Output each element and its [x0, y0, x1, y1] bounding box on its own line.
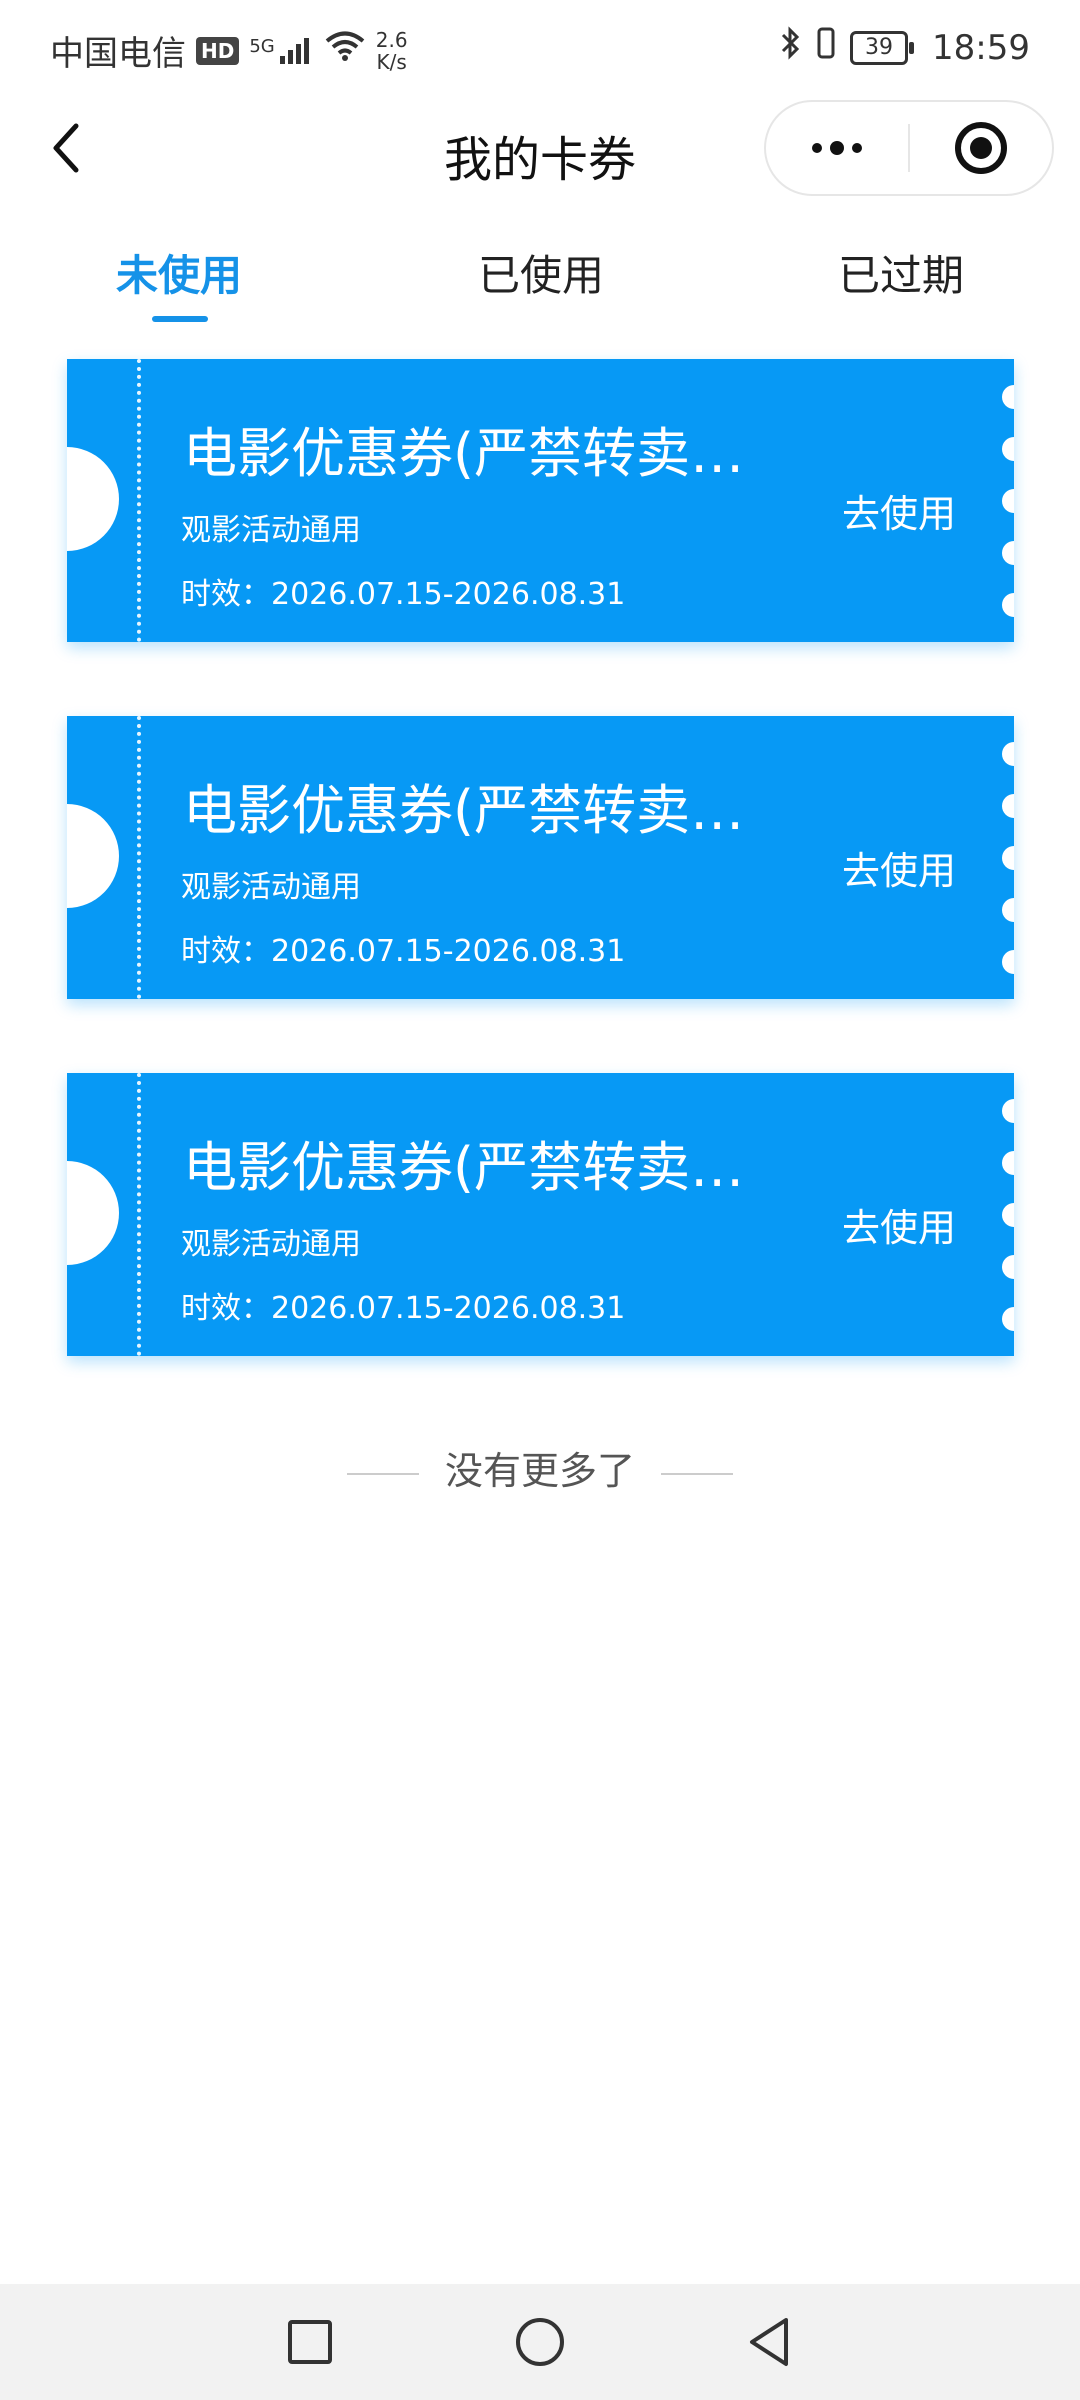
scallop — [1002, 1151, 1014, 1175]
scallop — [1002, 1203, 1014, 1227]
bluetooth-icon — [780, 26, 802, 69]
perforation-line — [137, 359, 141, 642]
target-icon — [955, 122, 1007, 174]
use-coupon-button[interactable]: 去使用 — [842, 840, 956, 895]
no-more-indicator: 没有更多了 — [0, 1440, 1080, 1495]
coupon-title: 电影优惠券(严禁转卖… — [183, 1136, 745, 1199]
ticket-notch — [67, 1161, 119, 1265]
scallop — [1002, 846, 1014, 870]
coupon-validity: 时效：2026.07.15-2026.08.31 — [181, 577, 626, 612]
ticket-notch — [67, 447, 119, 551]
scallop — [1002, 1255, 1014, 1279]
hd-badge: HD — [196, 36, 240, 65]
vibrate-icon — [816, 26, 836, 69]
active-tab-indicator — [152, 316, 208, 322]
square-icon — [288, 2320, 332, 2364]
no-more-text: 没有更多了 — [444, 1449, 635, 1493]
system-navigation-bar — [0, 2284, 1080, 2400]
network-type: 5G — [249, 35, 275, 57]
signal-icon: 5G — [249, 36, 313, 66]
circle-icon — [516, 2318, 564, 2366]
scallop — [1002, 437, 1014, 461]
coupon-validity: 时效：2026.07.15-2026.08.31 — [181, 934, 626, 969]
coupon-subtitle: 观影活动通用 — [181, 1227, 361, 1262]
ticket-notch — [67, 804, 119, 908]
more-button[interactable] — [766, 102, 908, 194]
coupon-validity: 时效：2026.07.15-2026.08.31 — [181, 1291, 626, 1326]
recent-apps-button[interactable] — [282, 2314, 338, 2370]
close-mini-program-button[interactable] — [910, 102, 1052, 194]
scallop — [1002, 593, 1014, 617]
wifi-icon — [324, 30, 366, 71]
scallop — [1002, 541, 1014, 565]
coupon-card: 电影优惠券(严禁转卖… 观影活动通用 时效：2026.07.15-2026.08… — [67, 359, 1014, 642]
tab-unused[interactable]: 未使用 — [116, 242, 242, 303]
carrier-name: 中国电信 — [50, 34, 186, 74]
coupon-title: 电影优惠券(严禁转卖… — [183, 779, 745, 842]
network-speed: 2.6 K/s — [376, 29, 408, 73]
divider-line — [346, 1472, 419, 1475]
scallop — [1002, 742, 1014, 766]
use-coupon-button[interactable]: 去使用 — [842, 1197, 956, 1252]
perforation-line — [137, 1073, 141, 1356]
clock: 18:59 — [932, 27, 1030, 68]
more-dots-icon — [812, 141, 862, 155]
coupon-title: 电影优惠券(严禁转卖… — [183, 422, 745, 485]
coupon-card: 电影优惠券(严禁转卖… 观影活动通用 时效：2026.07.15-2026.08… — [67, 716, 1014, 999]
speed-value: 2.6 — [375, 27, 408, 52]
divider-line — [661, 1472, 733, 1475]
use-coupon-button[interactable]: 去使用 — [842, 483, 956, 538]
triangle-back-icon — [750, 2318, 788, 2366]
status-bar: 中国电信 HD 5G 2.6 K/s 39 18:59 — [0, 0, 1080, 98]
scallop — [1002, 489, 1014, 513]
scallop — [1002, 794, 1014, 818]
tab-used[interactable]: 已使用 — [478, 242, 604, 303]
scallop — [1002, 1307, 1014, 1331]
scallop — [1002, 898, 1014, 922]
coupon-card: 电影优惠券(严禁转卖… 观影活动通用 时效：2026.07.15-2026.08… — [67, 1073, 1014, 1356]
coupon-subtitle: 观影活动通用 — [181, 870, 361, 905]
tab-expired[interactable]: 已过期 — [838, 242, 964, 303]
status-right: 39 18:59 — [780, 26, 1030, 69]
battery-icon: 39 — [850, 30, 915, 65]
scallop — [1002, 385, 1014, 409]
home-button[interactable] — [512, 2314, 568, 2370]
scallop — [1002, 950, 1014, 974]
status-left: 中国电信 HD 5G 2.6 K/s — [50, 26, 408, 75]
perforation-line — [137, 716, 141, 999]
coupon-subtitle: 观影活动通用 — [181, 513, 361, 548]
tab-bar: 未使用 已使用 已过期 — [0, 230, 1080, 330]
nav-bar: 我的卡券 — [0, 98, 1080, 202]
mini-program-capsule — [764, 100, 1054, 196]
system-back-button[interactable] — [742, 2314, 798, 2370]
scallop — [1002, 1099, 1014, 1123]
speed-unit: K/s — [376, 49, 407, 74]
